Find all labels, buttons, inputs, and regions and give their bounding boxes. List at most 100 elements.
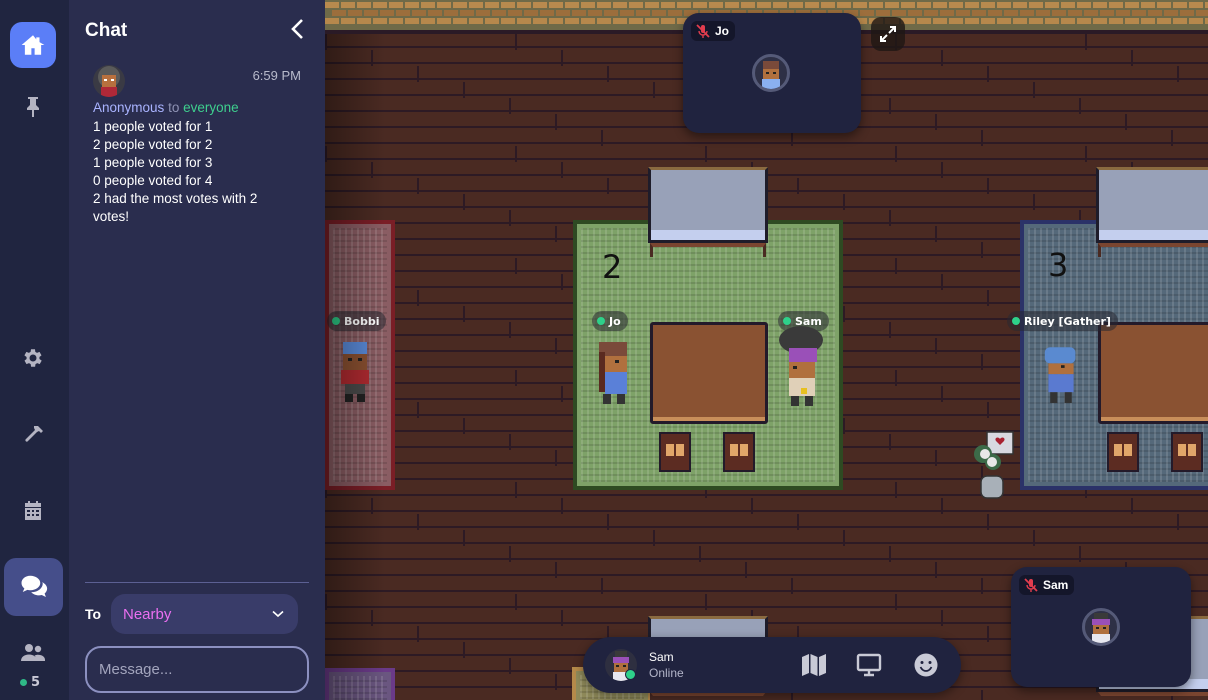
plank-joint — [705, 146, 707, 162]
calendar-icon — [25, 501, 41, 520]
plank-joint — [843, 306, 845, 322]
plank-joint — [417, 66, 419, 82]
plank-joint — [987, 290, 989, 306]
player-tag-riley[interactable]: Riley [Gather] — [1007, 311, 1118, 331]
plank-joint — [607, 514, 609, 530]
users-icon — [21, 644, 45, 661]
plank-joint — [895, 258, 897, 274]
plank-joint — [1177, 66, 1179, 82]
plank-joint — [981, 690, 983, 700]
plank-joint — [1131, 50, 1133, 66]
plank-joint — [797, 514, 799, 530]
plank-joint — [555, 450, 557, 466]
online-status-icon — [1012, 317, 1020, 325]
plank-joint — [1079, 98, 1081, 114]
plank-joint — [561, 386, 563, 402]
rail-chat-button[interactable] — [4, 558, 63, 616]
plank-joint — [1085, 34, 1087, 50]
plank-joint — [751, 498, 753, 514]
rail-calendar-button[interactable] — [10, 488, 56, 534]
plank-joint — [889, 210, 891, 226]
message-line: 2 people voted for 2 — [93, 137, 213, 152]
chevron-left-icon — [291, 19, 303, 39]
player-avatar-riley[interactable] — [1043, 344, 1079, 408]
plank-joint — [555, 226, 557, 242]
plank-joint — [935, 562, 937, 578]
plank-joint — [653, 530, 655, 546]
player-avatar-jo[interactable] — [595, 342, 631, 406]
avatar-sprite-icon — [1092, 613, 1110, 643]
plank-joint — [561, 274, 563, 290]
message-line: 0 people voted for 4 — [93, 173, 213, 188]
plank-joint — [941, 162, 943, 178]
chat-title: Chat — [85, 20, 128, 41]
plank-joint — [791, 578, 793, 594]
plank-joint — [1079, 546, 1081, 562]
rail-build-button[interactable] — [10, 412, 56, 458]
smiley-icon — [914, 653, 938, 677]
plank-joint — [555, 562, 557, 578]
plank-joint — [889, 322, 891, 338]
room-number-2: 2 — [602, 248, 623, 286]
screen-share-button[interactable] — [855, 651, 883, 679]
message-input[interactable] — [99, 661, 298, 678]
whiteboard[interactable] — [648, 167, 768, 257]
video-tile-avatar — [752, 54, 790, 92]
video-tile-label: Jo — [691, 21, 736, 41]
expand-video-button[interactable] — [871, 17, 905, 51]
whiteboard[interactable] — [1096, 167, 1208, 257]
recipient-select[interactable]: Nearby — [111, 594, 298, 634]
recipient-select-value: Nearby — [123, 605, 172, 623]
pin-icon — [27, 97, 39, 117]
to-label: To — [85, 606, 102, 622]
plank-joint — [1131, 498, 1133, 514]
plank-joint — [417, 626, 419, 642]
player-name: Riley [Gather] — [1024, 314, 1111, 328]
plank-joint — [987, 626, 989, 642]
plank-joint — [843, 530, 845, 546]
plank-joint — [935, 114, 937, 130]
plank-joint — [941, 610, 943, 626]
monitor-icon — [856, 653, 882, 677]
online-dot-icon — [20, 679, 27, 686]
plank-joint — [653, 82, 655, 98]
online-count-value: 5 — [31, 675, 41, 690]
message-time: 6:59 PM — [252, 68, 301, 83]
plank-joint — [935, 450, 937, 466]
plank-joint — [463, 530, 465, 546]
plank-joint — [1033, 530, 1035, 546]
emote-button[interactable] — [912, 651, 940, 679]
plank-joint — [555, 674, 557, 690]
plank-joint — [509, 546, 511, 562]
gear-icon — [24, 349, 42, 367]
plank-joint — [561, 610, 563, 626]
flower-vase[interactable] — [971, 430, 1015, 500]
my-status[interactable]: Online — [649, 666, 684, 680]
message-recipient: everyone — [183, 100, 239, 115]
map-button[interactable] — [800, 651, 828, 679]
player-avatar-sam[interactable] — [777, 326, 825, 408]
plank-joint — [561, 162, 563, 178]
plank-joint — [509, 434, 511, 450]
table — [1098, 322, 1208, 424]
collapse-chat-button[interactable] — [287, 17, 309, 43]
video-tile-sam[interactable]: Sam — [1011, 567, 1191, 687]
message-header: Anonymous to everyone — [93, 100, 239, 115]
avatar-sprite-icon — [98, 66, 120, 97]
plank-joint — [417, 402, 419, 418]
plank-joint — [555, 114, 557, 130]
expand-arrows-icon — [880, 26, 896, 42]
player-tag-jo[interactable]: Jo — [592, 311, 628, 331]
plank-joint — [889, 546, 891, 562]
plank-joint — [1177, 514, 1179, 530]
plank-joint — [515, 594, 517, 610]
rail-settings-button[interactable] — [10, 335, 56, 381]
rail-pin-button[interactable] — [10, 84, 56, 130]
rail-home-button[interactable] — [10, 22, 56, 68]
app-icon-rail: 5 — [0, 0, 69, 700]
plank-joint — [555, 338, 557, 354]
sender-avatar — [93, 65, 125, 97]
plank-joint — [509, 210, 511, 226]
rail-participants-button[interactable] — [10, 630, 56, 676]
video-tile-jo[interactable]: Jo — [683, 13, 861, 133]
